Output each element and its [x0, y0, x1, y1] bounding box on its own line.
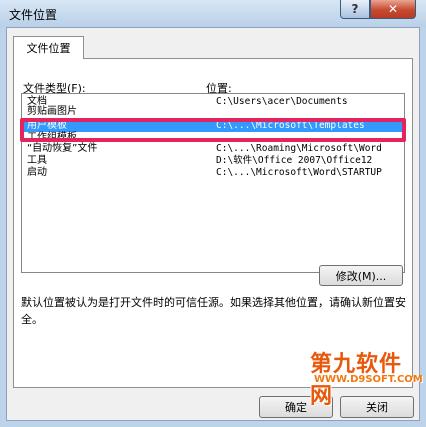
tab-file-locations[interactable]: 文件位置	[13, 36, 84, 59]
watermark-url: WWW.D9SOFT.COM	[314, 374, 423, 385]
trusted-location-note: 默认位置被认为是打开文件时的可信任源。如果选择其他位置，请确认新位置安全。	[21, 296, 406, 326]
site-watermark: 第九软件网 WWW.D9SOFT.COM	[304, 346, 424, 410]
file-type: “自动恢复”文件	[27, 143, 98, 154]
list-item[interactable]: 剪贴画图片	[22, 106, 404, 118]
file-type: 剪贴画图片	[27, 106, 77, 117]
list-item[interactable]: “自动恢复”文件 C:\...\Roaming\Microsoft\Word	[22, 143, 404, 155]
highlight-annotation-box	[20, 118, 406, 142]
file-locations-dialog: 文件位置 ? ✕ 文件位置 文件类型(F): 位置: 文档 C:\Users\a…	[0, 0, 426, 427]
list-item[interactable]: 工具 D:\软件\Office 2007\Office12	[22, 155, 404, 167]
file-type: 启动	[27, 167, 47, 178]
file-type: 工具	[27, 155, 47, 166]
list-item[interactable]: 启动 C:\...\Microsoft\Word\STARTUP	[22, 167, 404, 179]
modify-button[interactable]: 修改(M)...	[319, 265, 403, 286]
file-location: D:\软件\Office 2007\Office12	[216, 155, 373, 166]
title-bar[interactable]: 文件位置 ? ✕	[0, 0, 426, 27]
close-button[interactable]: ✕	[370, 0, 416, 19]
file-location: C:\...\Roaming\Microsoft\Word	[216, 143, 382, 154]
window-title: 文件位置	[9, 8, 58, 22]
help-button[interactable]: ?	[340, 0, 370, 19]
file-location: C:\...\Microsoft\Word\STARTUP	[216, 167, 382, 178]
